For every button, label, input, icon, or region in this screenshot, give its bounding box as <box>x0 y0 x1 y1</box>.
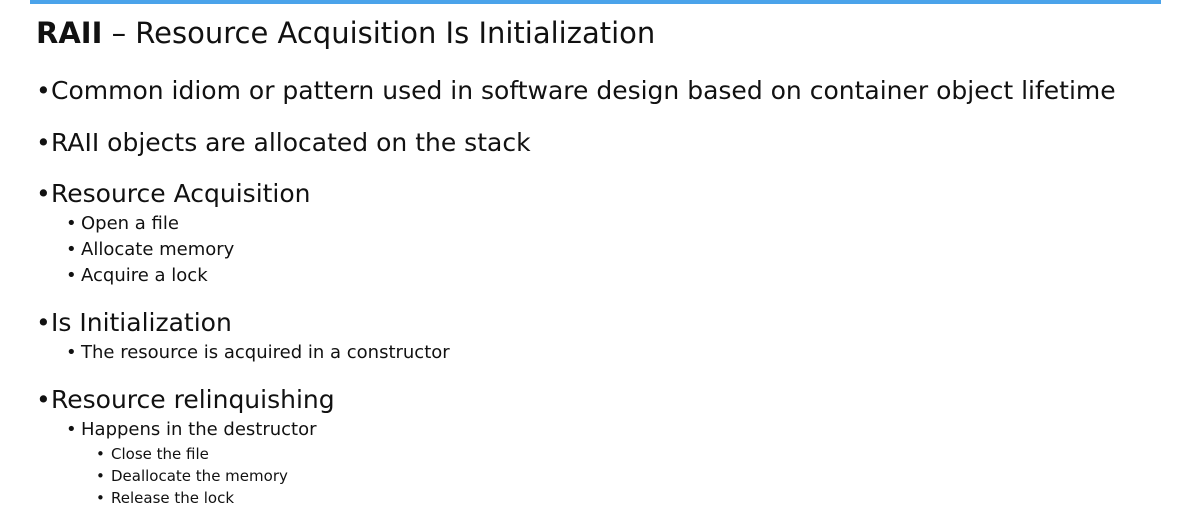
sub-bullet-item: • Happens in the destructor <box>66 419 317 441</box>
sub-bullet-text: Acquire a lock <box>81 265 208 286</box>
bullet-item: •Is Initialization <box>36 308 232 338</box>
bullet-icon: • <box>66 213 77 234</box>
sub-bullet-item: • Acquire a lock <box>66 265 208 287</box>
sub-bullet-item: • Allocate memory <box>66 239 234 261</box>
bullet-item: •RAII objects are allocated on the stack <box>36 128 531 158</box>
sub-sub-bullet-item: • Close the file <box>96 445 209 463</box>
bullet-icon: • <box>66 342 77 363</box>
sub-sub-bullet-text: Release the lock <box>111 489 235 507</box>
bullet-icon: • <box>66 239 77 260</box>
sub-bullet-item: • The resource is acquired in a construct… <box>66 342 450 364</box>
bullet-item: •Resource relinquishing <box>36 385 335 415</box>
sub-bullet-item: • Open a file <box>66 213 179 235</box>
slide-title-expansion: – Resource Acquisition Is Initialization <box>102 16 656 50</box>
sub-bullet-text: Open a file <box>81 213 179 234</box>
sub-sub-bullet-item: • Deallocate the memory <box>96 467 288 485</box>
sub-bullet-text: Allocate memory <box>81 239 235 260</box>
bullet-text: Resource Acquisition <box>51 179 311 208</box>
bullet-icon: • <box>36 179 51 208</box>
bullet-item: •Resource Acquisition <box>36 179 311 209</box>
bullet-text: Is Initialization <box>51 308 232 337</box>
bullet-icon: • <box>96 467 105 485</box>
sub-bullet-text: The resource is acquired in a constructo… <box>81 342 450 363</box>
bullet-icon: • <box>96 445 105 463</box>
bullet-icon: • <box>66 419 77 440</box>
sub-bullet-text: Happens in the destructor <box>81 419 317 440</box>
bullet-icon: • <box>36 385 51 414</box>
bullet-icon: • <box>96 489 105 507</box>
bullet-text: Resource relinquishing <box>51 385 335 414</box>
bullet-icon: • <box>36 308 51 337</box>
bullet-icon: • <box>66 265 77 286</box>
bullet-icon: • <box>36 76 51 105</box>
sub-sub-bullet-text: Deallocate the memory <box>111 467 288 485</box>
bullet-text: Common idiom or pattern used in software… <box>51 76 1116 105</box>
slide-title-acronym: RAII <box>36 16 103 50</box>
bullet-text: RAII objects are allocated on the stack <box>51 128 531 157</box>
slide-title: RAII – Resource Acquisition Is Initializ… <box>36 14 655 52</box>
bullet-icon: • <box>36 128 51 157</box>
sub-sub-bullet-item: • Release the lock <box>96 489 234 507</box>
bullet-item: •Common idiom or pattern used in softwar… <box>36 76 1116 106</box>
sub-sub-bullet-text: Close the file <box>111 445 209 463</box>
top-accent-rule <box>30 0 1161 4</box>
